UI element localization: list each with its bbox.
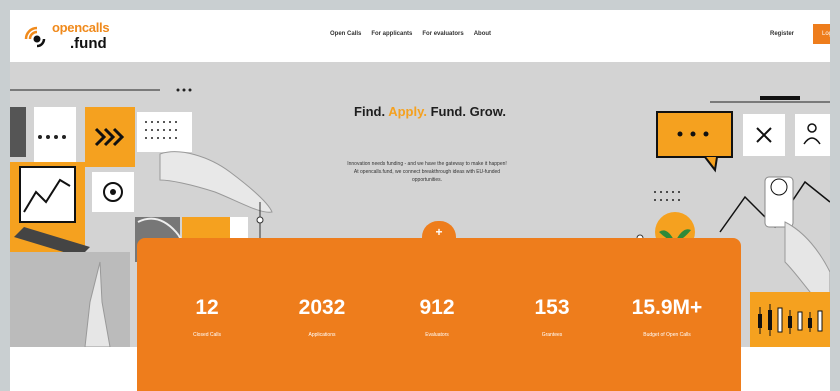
nav-for-evaluators[interactable]: For evaluators [422,31,463,37]
headline-part-apply: Apply. [388,104,427,119]
register-link[interactable]: Register [770,31,794,37]
intro-line: At opencalls.fund, we connect breakthrou… [353,169,501,175]
main-nav: Open Calls For applicants For evaluators… [330,31,491,37]
headline-part-find: Find. [354,104,386,119]
stat-value: 15.9M+ [631,296,703,319]
nav-open-calls[interactable]: Open Calls [330,31,361,37]
page: opencalls .fund Open Calls For applicant… [10,10,830,391]
stat-value: 12 [195,296,219,319]
stat-label: Grantees [541,332,563,338]
stat-value: 2032 [298,296,346,319]
signal-logo-icon [24,26,46,48]
stat-grantees: 153 Grantees [497,296,607,338]
intro-line: Innovation needs funding - and we have t… [347,161,507,167]
nav-for-applicants[interactable]: For applicants [371,31,412,37]
stat-label: Budget of Open Calls [643,332,691,338]
nav-about[interactable]: About [474,31,491,37]
smartphone-icon [764,176,794,228]
stat-applications: 2032 Applications [267,296,377,338]
headline-part-fund-grow: Fund. Grow. [430,104,506,119]
stat-value: 153 [534,296,570,319]
stat-label: Closed Calls [192,332,222,338]
stat-label: Applications [308,332,336,338]
stat-evaluators: 912 Evaluators [382,296,492,338]
stats-panel: 12 Closed Calls 2032 Applications 912 Ev… [137,238,741,391]
hand-icon [159,151,273,213]
stat-label: Evaluators [425,332,449,338]
stat-value: 912 [419,296,455,319]
stat-budget: 15.9M+ Budget of Open Calls [612,296,722,338]
chat-bubble-icon [656,111,733,173]
logo-text-bottom: .fund [70,35,107,52]
stat-closed-calls: 12 Closed Calls [152,296,262,338]
logo[interactable]: opencalls .fund [24,18,124,54]
hero-intro-text: Innovation needs funding - and we have t… [302,160,552,184]
plus-icon: + [435,225,443,239]
site-header: opencalls .fund Open Calls For applicant… [10,10,830,62]
hero-headline: Find. Apply. Fund. Grow. [310,104,550,119]
intro-line: opportunities. [411,177,443,183]
logo-text-top: opencalls [52,20,110,35]
login-button[interactable]: Log [813,24,830,44]
